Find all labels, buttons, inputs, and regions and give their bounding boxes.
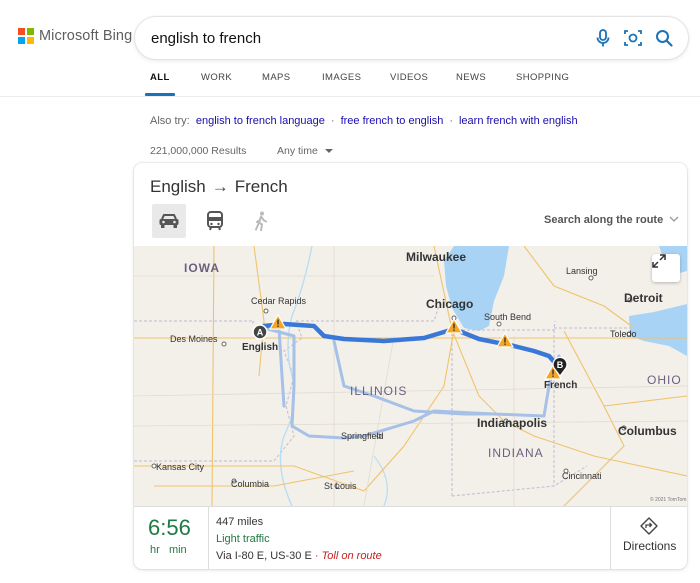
header: Microsoft Bing ALL WORK MAPS IMAGES VIDE…	[0, 0, 700, 97]
map-canvas: A B	[134, 246, 687, 506]
mode-walk-button[interactable]	[244, 204, 278, 238]
travel-time-value: 6:56	[148, 515, 191, 540]
car-icon	[159, 214, 179, 228]
time-filter-dropdown[interactable]: Any time	[277, 145, 333, 157]
route-destination: French	[234, 177, 288, 196]
traffic-status: Light traffic	[216, 533, 270, 545]
route-map[interactable]: A B IOWA Milwaukee Lansing Detroit Cedar…	[134, 246, 687, 506]
map-label-toledo: Toledo	[610, 329, 637, 339]
tab-work[interactable]: WORK	[201, 72, 232, 83]
separator-dot: ·	[449, 115, 453, 127]
mic-icon[interactable]	[592, 27, 614, 49]
map-label-iowa: IOWA	[184, 261, 220, 275]
also-try: Also try: english to french language · fre…	[150, 115, 578, 127]
search-box	[134, 16, 689, 60]
route-card: English → French Search along the route	[134, 163, 687, 569]
transit-icon	[207, 211, 223, 231]
search-along-route-dropdown[interactable]: Search along the route	[544, 214, 679, 226]
map-label-french: French	[544, 380, 578, 391]
start-marker[interactable]: A	[252, 324, 268, 340]
active-tab-indicator	[145, 93, 175, 96]
tab-news[interactable]: NEWS	[456, 72, 486, 83]
map-label-indiana: INDIANA	[488, 446, 544, 460]
also-try-link[interactable]: learn french with english	[459, 115, 578, 127]
visual-search-icon[interactable]	[622, 27, 644, 49]
tab-all[interactable]: ALL	[150, 72, 170, 83]
separator-dot: ·	[330, 115, 335, 127]
tab-shopping[interactable]: SHOPPING	[516, 72, 569, 83]
route-via: Via I-80 E, US-30 E	[216, 550, 312, 562]
route-arrow: →	[211, 177, 229, 196]
warning-icon	[495, 331, 515, 348]
warning-icon	[444, 317, 464, 334]
map-label-south-bend: South Bend	[484, 312, 532, 322]
minutes-unit: min	[168, 544, 187, 556]
walk-icon	[255, 211, 267, 231]
also-try-label: Also try:	[150, 115, 190, 127]
route-details: 447 miles Light traffic Via I-80 E, US-3…	[216, 514, 382, 565]
map-label-lansing: Lansing	[566, 266, 598, 276]
microsoft-logo-icon	[18, 28, 34, 44]
route-summary: 6:56 hr min 447 miles Light traffic Via …	[134, 506, 687, 569]
map-label-columbus: Columbus	[618, 424, 677, 438]
brand-name: Microsoft Bing	[39, 28, 133, 44]
travel-time: 6:56 hr min	[134, 507, 209, 569]
map-label-cincinnati: Cincinnati	[562, 471, 602, 481]
time-filter-label: Any time	[277, 145, 318, 157]
marker-a-label: A	[257, 328, 264, 338]
travel-time-units: hr min	[150, 544, 187, 556]
also-try-link[interactable]: free french to english	[341, 115, 444, 127]
route-via-line: Via I-80 E, US-30 E · Toll on route	[216, 548, 382, 565]
map-label-springfield: Springfield	[341, 431, 384, 441]
chevron-down-icon	[669, 216, 679, 222]
directions-label: Directions	[623, 539, 677, 553]
map-label-kansas-city: Kansas City	[156, 462, 205, 472]
route-origin: English	[150, 177, 206, 196]
map-label-ohio: OHIO	[647, 373, 682, 387]
tab-videos[interactable]: VIDEOS	[390, 72, 428, 83]
map-label-english: English	[242, 342, 279, 353]
hours-unit: hr	[150, 544, 160, 556]
map-label-columbia: Columbia	[231, 479, 270, 489]
toll-notice: Toll on route	[321, 550, 382, 562]
results-count: 221,000,000 Results	[150, 145, 247, 157]
search-input[interactable]	[151, 28, 571, 48]
map-label-chicago: Chicago	[426, 297, 474, 311]
map-copyright: © 2021 TomTom	[650, 497, 687, 503]
caret-down-icon	[324, 149, 333, 153]
tab-maps[interactable]: MAPS	[262, 72, 291, 83]
expand-icon	[652, 254, 666, 268]
map-label-illinois: ILLINOIS	[350, 384, 408, 398]
route-distance: 447 miles	[216, 516, 264, 528]
search-along-route-label: Search along the route	[544, 214, 664, 226]
map-label-st-louis: St Louis	[324, 481, 357, 491]
map-label-des-moines: Des Moines	[170, 334, 218, 344]
directions-icon	[640, 517, 658, 535]
search-icon[interactable]	[653, 27, 675, 49]
also-try-link[interactable]: english to french language	[196, 115, 325, 127]
map-label-milwaukee: Milwaukee	[406, 250, 467, 264]
mode-transit-button[interactable]	[198, 204, 232, 238]
toll-separator: ·	[314, 550, 319, 562]
map-label-cedar-rapids: Cedar Rapids	[251, 296, 307, 306]
map-label-indianapolis: Indianapolis	[477, 416, 548, 430]
route-title: English → French	[150, 177, 288, 197]
marker-b-label: B	[557, 360, 564, 370]
tab-images[interactable]: IMAGES	[322, 72, 361, 83]
mode-drive-button[interactable]	[152, 204, 186, 238]
expand-map-button[interactable]	[652, 254, 680, 282]
map-label-detroit: Detroit	[624, 291, 663, 305]
highways	[134, 246, 687, 506]
bing-logo[interactable]: Microsoft Bing	[18, 28, 132, 44]
directions-button[interactable]: Directions	[610, 507, 687, 569]
